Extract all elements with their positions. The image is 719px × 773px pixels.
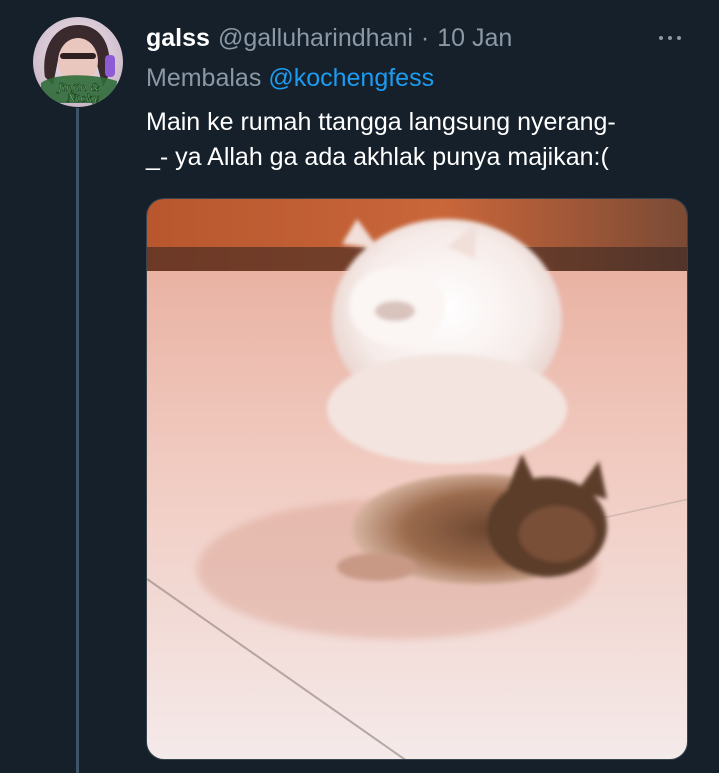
tweet-text-line: Main ke rumah ttangga langsung nyerang- [146, 108, 616, 136]
avatar[interactable]: Jinjin & Nicky [33, 17, 123, 107]
tweet-header: galss @galluharindhani · 10 Jan [146, 22, 512, 54]
reply-prefix: Membalas [146, 64, 262, 92]
timestamp[interactable]: 10 Jan [437, 22, 512, 54]
reply-context: Membalas @kochengfess [146, 62, 434, 94]
more-horizontal-icon [659, 36, 663, 40]
tweet[interactable]: Jinjin & Nicky galss @galluharindhani · … [0, 0, 719, 773]
user-handle[interactable]: @galluharindhani [218, 22, 413, 54]
more-options-button[interactable] [651, 26, 689, 50]
display-name[interactable]: galss [146, 22, 210, 54]
tweet-text-line: _- ya Allah ga ada akhlak punya majikan:… [146, 143, 609, 171]
avatar-image: Jinjin & Nicky [33, 17, 123, 107]
reply-mention-link[interactable]: @kochengfess [268, 64, 434, 92]
separator-dot: · [420, 24, 430, 52]
svg-text:Nicky: Nicky [66, 92, 100, 105]
tweet-text: Main ke rumah ttangga langsung nyerang- … [146, 105, 691, 175]
tweet-photo[interactable] [146, 198, 688, 760]
cat-photo-image [147, 199, 687, 759]
thread-line [76, 108, 79, 773]
